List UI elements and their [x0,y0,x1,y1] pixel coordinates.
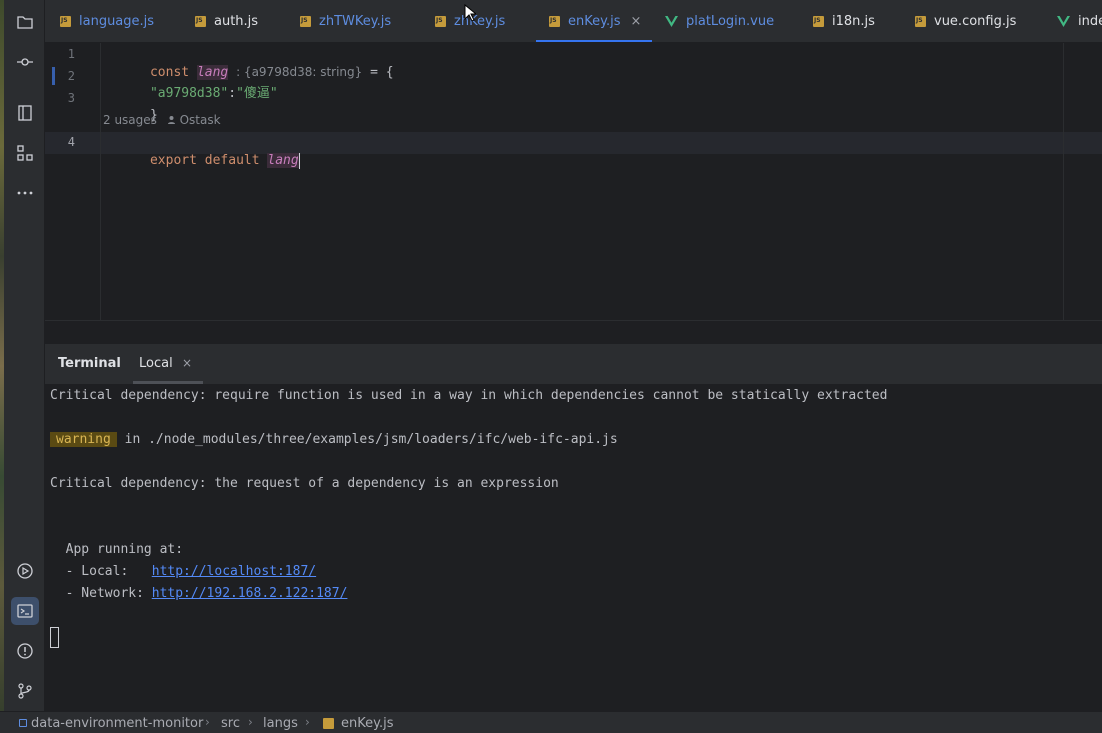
tab-enkey-js[interactable]: enKey.js × [536,0,652,42]
tab-label: vue.config.js [934,14,1017,29]
tab-label: zhTWKey.js [319,14,392,29]
tab-label: inde [1078,14,1102,29]
terminal-tab-label: Local [139,356,173,371]
terminal-line: - Network: http://192.168.2.122:187/ [50,586,348,601]
line-number: 2 [67,69,75,83]
code-area[interactable]: const lang : {a9798d38: string} = { "a97… [103,43,1102,320]
breadcrumb-file[interactable]: enKey.js [341,716,393,731]
terminal-line: - Local: http://localhost:187/ [50,564,317,579]
vue-file-icon [1057,16,1070,27]
tab-zhtwkey-js[interactable]: zhTWKey.js [300,0,392,42]
tab-label: platLogin.vue [686,14,775,29]
js-file-icon [549,16,560,27]
tab-auth-js[interactable]: auth.js [195,0,259,42]
tab-label: auth.js [214,14,259,29]
close-tab-icon[interactable]: × [630,14,641,29]
terminal-header: Terminal Local × [45,344,1102,384]
tab-label: enKey.js [568,14,621,29]
panel-splitter[interactable] [45,320,1102,344]
project-folder-icon[interactable] [11,8,39,36]
pull-requests-icon[interactable] [11,99,39,127]
local-url-link[interactable]: http://localhost:187/ [152,564,316,579]
breadcrumb-src[interactable]: src [221,716,240,731]
git-branch-icon[interactable] [11,677,39,705]
code-editor[interactable]: 1 2 3 4 const lang : {a9798d38: string} … [45,43,1102,320]
activity-bar [4,0,45,711]
tab-index-vue[interactable]: inde [1057,0,1102,42]
js-file-icon [300,16,311,27]
terminal-line: Critical dependency: require function is… [50,388,888,403]
network-url-link[interactable]: http://192.168.2.122:187/ [152,586,348,601]
person-icon [167,113,180,127]
breadcrumb-langs[interactable]: langs [263,716,298,731]
terminal-icon[interactable] [11,597,39,625]
terminal-line: App running at: [50,542,184,557]
breadcrumb-separator: › [248,715,253,729]
js-file-icon [813,16,824,27]
breadcrumb-separator: › [205,715,210,729]
warning-badge: warning [50,432,117,447]
breadcrumb-separator: › [305,715,310,729]
more-tools-icon[interactable] [11,179,39,207]
usages-hint[interactable]: 2 usages Ostask [103,113,221,127]
close-icon[interactable]: × [182,356,192,370]
js-file-icon [60,16,71,27]
editor-tab-bar: language.js auth.js zhTWKey.js zhKey.js … [45,0,1102,43]
js-file-icon [915,16,926,27]
project-icon [19,719,27,727]
problems-icon[interactable] [11,637,39,665]
terminal-line: Critical dependency: the request of a de… [50,476,559,491]
line-number: 3 [67,91,75,105]
terminal-cursor [50,627,59,648]
tab-label: i18n.js [832,14,875,29]
js-file-icon [323,718,334,729]
terminal-line: warning in ./node_modules/three/examples… [50,431,618,449]
text-caret [298,152,300,169]
terminal-tab-local[interactable]: Local × [133,344,203,384]
author-name: Ostask [179,113,221,127]
tab-language-js[interactable]: language.js [60,0,155,42]
structure-icon[interactable] [11,139,39,167]
line-number: 1 [67,47,75,61]
tab-label: zhKey.js [454,14,506,29]
line-number: 4 [67,135,75,149]
breadcrumb-project[interactable]: data-environment-monitor [31,716,203,731]
mouse-pointer-icon [464,4,476,22]
tab-i18n-js[interactable]: i18n.js [813,0,875,42]
tab-platlogin-vue[interactable]: platLogin.vue [665,0,775,42]
terminal-output[interactable]: Critical dependency: require function is… [45,384,1102,711]
status-bar: data-environment-monitor › src › langs ›… [0,711,1102,733]
variable-lang[interactable]: lang [267,153,299,168]
js-file-icon [195,16,206,27]
terminal-title: Terminal [58,356,121,371]
vue-file-icon [665,16,678,27]
tab-label: language.js [79,14,155,29]
tab-vue-config-js[interactable]: vue.config.js [915,0,1017,42]
line-number-gutter: 1 2 3 4 [45,43,101,320]
run-services-icon[interactable] [11,557,39,585]
commit-icon[interactable] [11,48,39,76]
js-file-icon [435,16,446,27]
code-line-4: export default lang [149,152,300,169]
